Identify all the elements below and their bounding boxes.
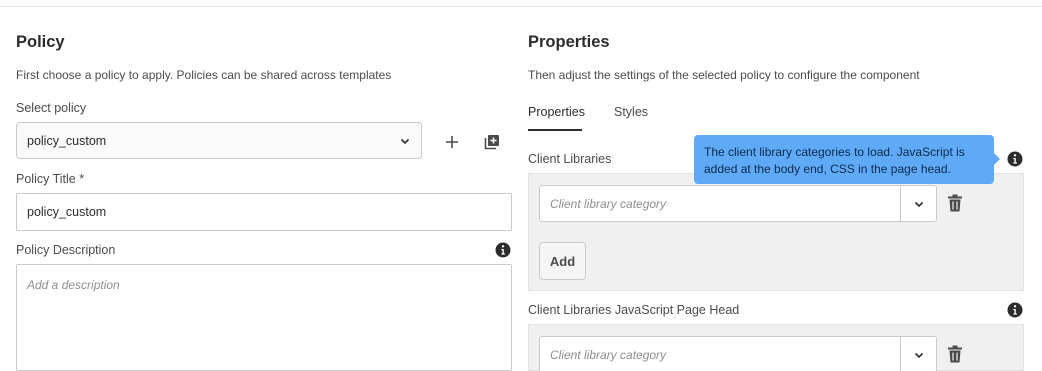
properties-heading: Properties [528,33,610,51]
delete-client-library-button[interactable] [944,192,966,214]
plus-icon [446,136,458,148]
policy-title-input[interactable]: policy_custom [16,193,512,231]
info-icon[interactable] [495,242,511,258]
trash-icon [948,194,962,212]
info-icon[interactable] [1007,151,1023,167]
client-libraries-head-label: Client Libraries JavaScript Page Head [528,303,740,317]
chevron-down-icon [914,352,923,358]
select-policy-dropdown[interactable]: policy_custom [16,122,422,159]
client-library-head-category-combobox[interactable]: Client library category [539,336,937,371]
chevron-down-icon [400,138,410,144]
add-client-library-button[interactable]: Add [539,242,586,280]
delete-client-library-head-button[interactable] [944,343,966,365]
policy-description-text: First choose a policy to apply. Policies… [16,68,392,82]
chevron-down-icon [914,201,923,207]
select-policy-value: policy_custom [27,133,107,148]
properties-description-text: Then adjust the settings of the selected… [528,68,920,82]
trash-icon [948,345,962,363]
policy-title-label: Policy Title * [16,172,85,186]
tab-properties[interactable]: Properties [528,105,585,119]
copy-policy-icon [484,135,499,150]
combobox-toggle-button[interactable] [900,337,936,371]
client-libraries-label: Client Libraries [528,152,612,166]
client-libraries-tooltip: The client library categories to load. J… [694,135,994,184]
policy-description-placeholder: Add a description [27,278,120,292]
active-tab-indicator [528,129,582,131]
info-icon[interactable] [1007,302,1023,318]
policy-title-value: policy_custom [27,205,107,219]
client-library-category-combobox[interactable]: Client library category [539,185,937,222]
top-divider [0,6,1042,7]
client-library-head-category-placeholder: Client library category [550,347,667,362]
policy-heading: Policy [16,33,65,51]
tooltip-arrow [994,153,1000,165]
select-policy-label: Select policy [16,101,87,115]
policy-description-textarea[interactable]: Add a description [16,264,512,371]
add-policy-button[interactable] [441,131,463,153]
policy-description-label: Policy Description [16,243,116,257]
combobox-toggle-button[interactable] [900,186,936,221]
copy-policy-button[interactable] [481,131,503,153]
tab-styles[interactable]: Styles [614,105,648,119]
client-library-category-placeholder: Client library category [550,196,667,211]
